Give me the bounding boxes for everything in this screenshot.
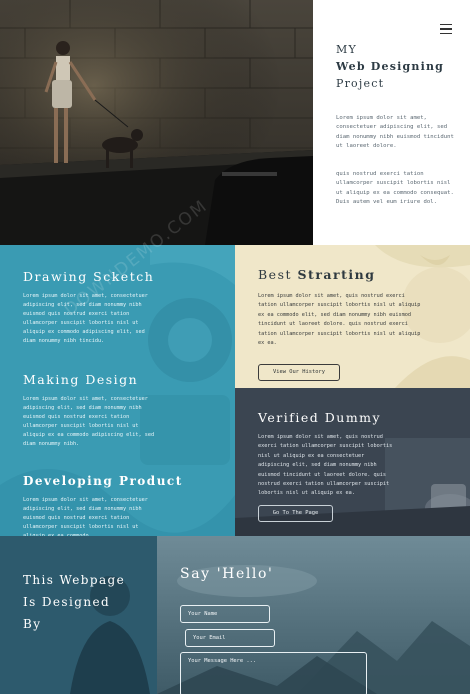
service-title: Drawing Scketch xyxy=(23,269,155,284)
verified-section: Verified Dummy Lorem ipsum dolor sit ame… xyxy=(235,388,470,536)
footer-line-2: Is Designed xyxy=(23,595,111,609)
service-text: Lorem ipsum dolor sit amet, consectetuer… xyxy=(23,396,155,447)
hamburger-menu-icon[interactable] xyxy=(440,24,452,36)
hero-title: MY Web Designing Project xyxy=(336,41,461,92)
hero-photo-illustration xyxy=(0,0,313,245)
footer-credit-section: This Webpage Is Designed By xyxy=(0,536,157,694)
best-starting-text: Lorem ipsum dolor sit amet, quis nostrud… xyxy=(258,293,421,347)
service-title: Developing Product xyxy=(23,474,183,488)
hero-paragraph-1: Lorem ipsum dolor sit amet, consectetuer… xyxy=(336,115,454,149)
service-text: Lorem ipsum dolor sit amet, consectetuer… xyxy=(23,293,148,344)
verified-text: Lorem ipsum dolor sit amet, quis nostrud… xyxy=(258,434,393,497)
best-title-prefix: Best xyxy=(258,267,293,282)
service-item-drawing: Drawing Scketch Lorem ipsum dolor sit am… xyxy=(23,269,223,345)
services-section: Drawing Scketch Lorem ipsum dolor sit am… xyxy=(0,245,235,536)
name-field[interactable] xyxy=(180,605,270,623)
service-item-making: Making Design Lorem ipsum dolor sit amet… xyxy=(23,372,223,448)
service-text: Lorem ipsum dolor sit amet, consectetuer… xyxy=(23,497,148,536)
footer-credit-text: This Webpage Is Designed By xyxy=(23,569,125,635)
service-title: Making Design xyxy=(23,372,139,387)
best-starting-title: Best Strarting xyxy=(258,267,375,282)
view-history-button[interactable]: View Our History xyxy=(258,364,340,381)
best-starting-section: Best Strarting Lorem ipsum dolor sit ame… xyxy=(235,245,470,388)
email-field[interactable] xyxy=(185,629,275,647)
verified-title: Verified Dummy xyxy=(258,410,382,425)
contact-title: Say 'Hello' xyxy=(180,566,274,582)
go-to-page-button[interactable]: Go To The Page xyxy=(258,505,333,522)
footer-line-1: This Webpage xyxy=(23,573,126,587)
message-field[interactable] xyxy=(180,652,367,694)
hero-title-line3: Project xyxy=(336,77,385,90)
best-title-strong: Strarting xyxy=(297,267,376,282)
hero-paragraph-2: quis nostrud exerci tation ullamcorper s… xyxy=(336,171,454,205)
hero-panel: MY Web Designing Project Lorem ipsum dol… xyxy=(313,0,470,245)
hero-title-line1: MY xyxy=(336,43,357,56)
hero-photo xyxy=(0,0,313,245)
footer-line-3: By xyxy=(23,617,42,631)
hero-title-line2: Web Designing xyxy=(336,60,445,73)
contact-section: Say 'Hello' xyxy=(157,536,470,694)
service-item-developing: Developing Product Lorem ipsum dolor sit… xyxy=(23,473,223,536)
